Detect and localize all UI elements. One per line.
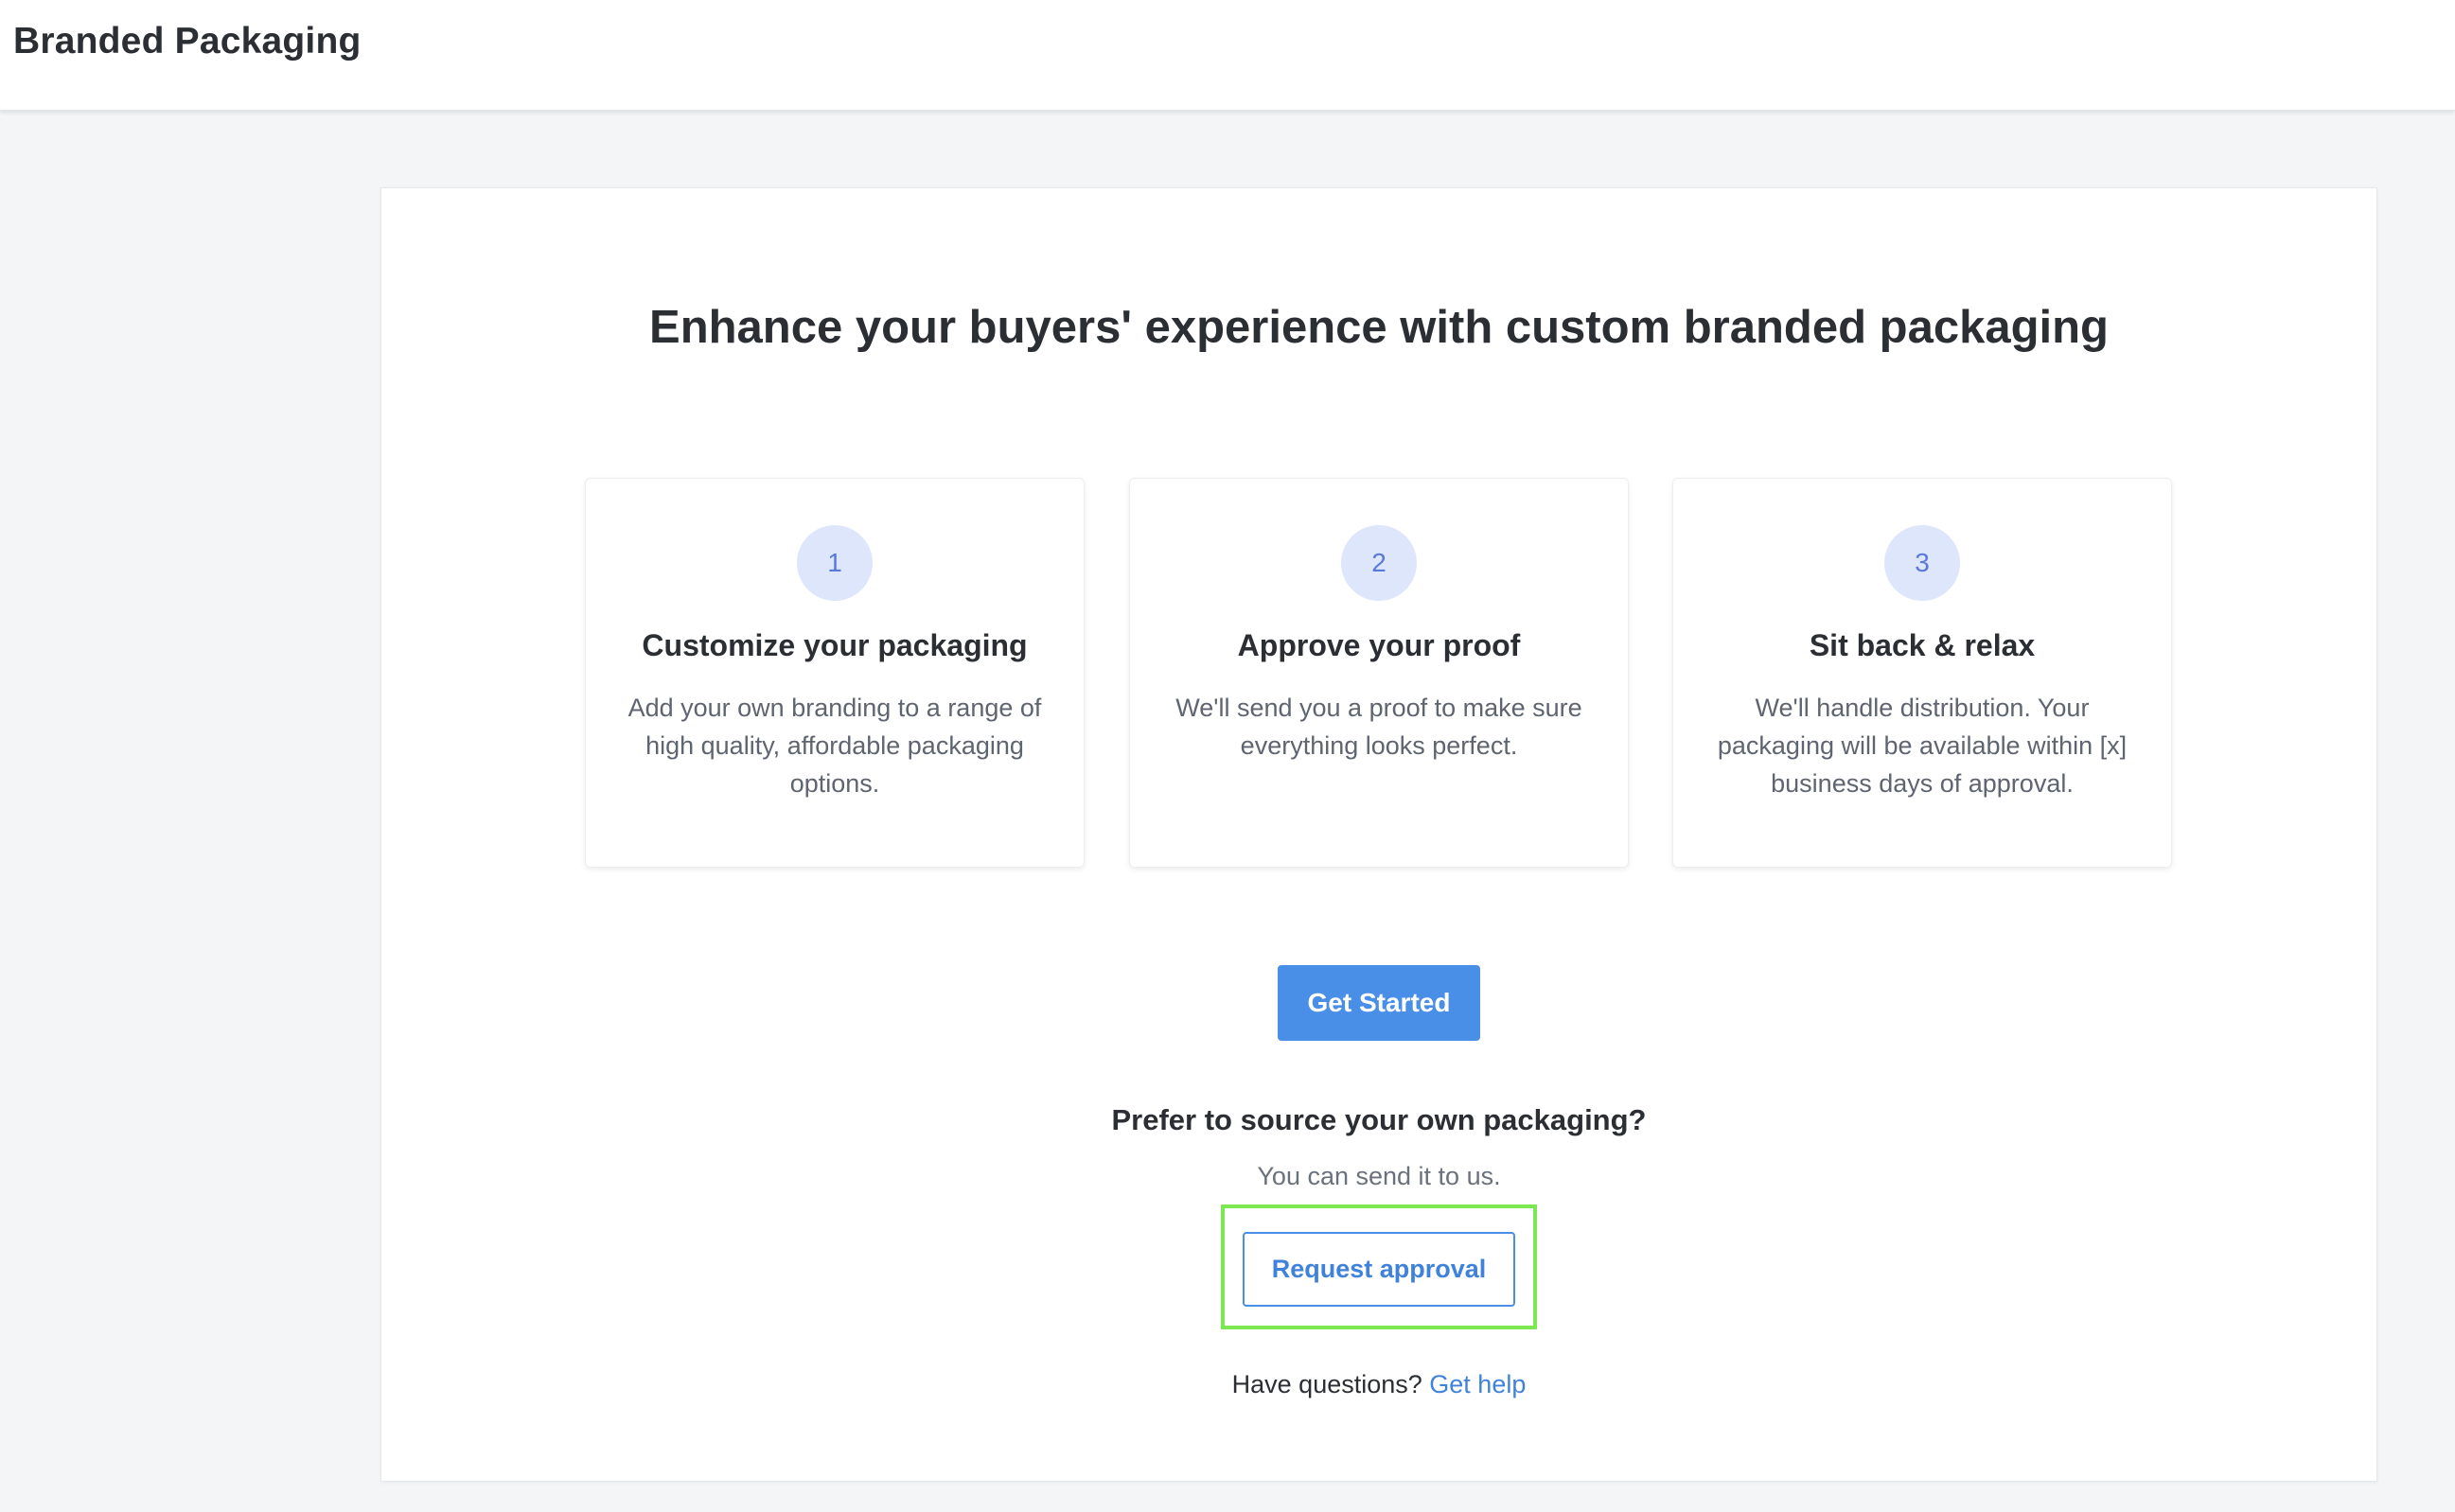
- page-title: Branded Packaging: [13, 21, 362, 62]
- alt-source-subtitle: You can send it to us.: [1257, 1162, 1501, 1190]
- step-card-1: 1 Customize your packaging Add your own …: [585, 478, 1085, 868]
- step-description: We'll send you a proof to make sure ever…: [1175, 694, 1582, 760]
- step-card-2: 2 Approve your proof We'll send you a pr…: [1129, 478, 1629, 868]
- step-number-badge: 2: [1341, 525, 1417, 601]
- step-title: Customize your packaging: [642, 628, 1028, 662]
- help-prefix: Have questions?: [1231, 1370, 1430, 1398]
- step-number-badge: 1: [797, 525, 873, 601]
- step-title: Approve your proof: [1237, 628, 1521, 662]
- help-line: Have questions? Get help: [946, 1370, 1811, 1399]
- headline: Enhance your buyers' experience with cus…: [649, 302, 2109, 353]
- step-description: Add your own branding to a range of high…: [627, 694, 1042, 798]
- get-help-link[interactable]: Get help: [1429, 1370, 1526, 1398]
- step-card-3: 3 Sit back & relax We'll handle distribu…: [1672, 478, 2172, 868]
- step-title: Sit back & relax: [1809, 628, 2036, 662]
- top-bar: Branded Packaging: [0, 0, 2455, 111]
- step-number-badge: 3: [1884, 525, 1960, 601]
- get-started-button[interactable]: Get Started: [1278, 965, 1480, 1041]
- step-description: We'll handle distribution. Your packagin…: [1717, 694, 2128, 798]
- request-approval-button[interactable]: Request approval: [1243, 1232, 1515, 1307]
- alt-source-title: Prefer to source your own packaging?: [1111, 1103, 1647, 1136]
